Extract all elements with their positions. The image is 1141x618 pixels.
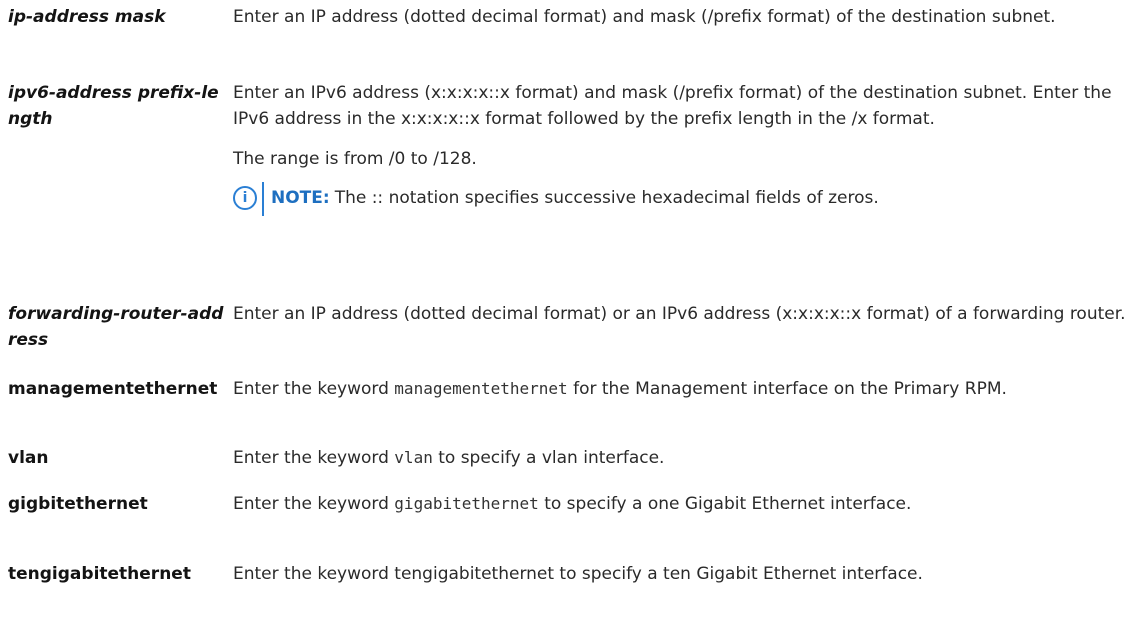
param-term: forwarding-router-address [8, 304, 224, 350]
desc-text-pre: Enter the keyword [233, 379, 395, 399]
param-term: ip-address mask [8, 7, 166, 27]
param-term: managementethernet [8, 379, 218, 399]
param-description-text: Enter an IP address (dotted decimal form… [233, 304, 1126, 324]
param-term: vlan [8, 448, 49, 468]
param-description-text: Enter an IPv6 address (x:x:x:x::x format… [233, 83, 1112, 129]
note-content: NOTE: The :: notation specifies successiv… [271, 185, 879, 211]
note-text: The :: notation specifies successive hex… [334, 188, 879, 208]
param-term: tengigabitethernet [8, 564, 191, 584]
param-description: Enter the keyword managementethernet for… [233, 376, 1141, 402]
desc-text-post: for the Management interface on the Prim… [567, 379, 1007, 399]
desc-text-pre: Enter the keyword [233, 494, 395, 514]
param-description-text: Enter an IP address (dotted decimal form… [233, 7, 1056, 27]
desc-text-post: to specify a one Gigabit Ethernet interf… [538, 494, 912, 514]
note-divider [262, 182, 264, 216]
keyword-code: gigabitethernet [394, 494, 539, 513]
param-row-vlan: vlan Enter the keyword vlan to specify a… [0, 445, 1141, 471]
param-description: Enter an IP address (dotted decimal form… [233, 301, 1141, 353]
desc-text-post: to specify a vlan interface. [432, 448, 665, 468]
param-description: Enter the keyword vlan to specify a vlan… [233, 445, 1141, 471]
param-row-forwarding-router-address: forwarding-router-address Enter an IP ad… [0, 301, 1141, 353]
param-description-text: Enter the keyword gigabitethernet to spe… [233, 491, 1131, 517]
keyword-code: managementethernet [394, 379, 568, 398]
param-description-text: Enter the keyword vlan to specify a vlan… [233, 445, 1131, 471]
param-range-text: The range is from /0 to /128. [233, 149, 477, 169]
param-row-managementethernet: managementethernet Enter the keyword man… [0, 376, 1141, 402]
desc-text-pre: Enter the keyword [233, 448, 395, 468]
parameter-table: ip-address mask Enter an IP address (dot… [0, 0, 1141, 618]
param-description-text: Enter the keyword managementethernet for… [233, 376, 1131, 402]
note-label: NOTE: [271, 188, 330, 208]
param-description: Enter an IPv6 address (x:x:x:x::x format… [233, 80, 1141, 216]
param-row-gigbitethernet: gigbitethernet Enter the keyword gigabit… [0, 491, 1141, 517]
note-block: i NOTE: The :: notation specifies success… [233, 182, 1131, 216]
param-description: Enter the keyword gigabitethernet to spe… [233, 491, 1141, 517]
param-description-text: Enter the keyword tengigabitethernet to … [233, 564, 923, 584]
param-description: Enter the keyword tengigabitethernet to … [233, 561, 1141, 587]
param-row-ipv6-address-prefix-length: ipv6-address prefix-length Enter an IPv6… [0, 80, 1141, 216]
param-row-tengigabitethernet: tengigabitethernet Enter the keyword ten… [0, 561, 1141, 587]
param-description: Enter an IP address (dotted decimal form… [233, 4, 1141, 30]
param-term: gigbitethernet [8, 494, 148, 514]
info-icon: i [233, 186, 257, 210]
param-term: ipv6-address prefix-length [8, 83, 219, 129]
param-row-ip-address-mask: ip-address mask Enter an IP address (dot… [0, 4, 1141, 30]
keyword-code: vlan [394, 448, 433, 467]
